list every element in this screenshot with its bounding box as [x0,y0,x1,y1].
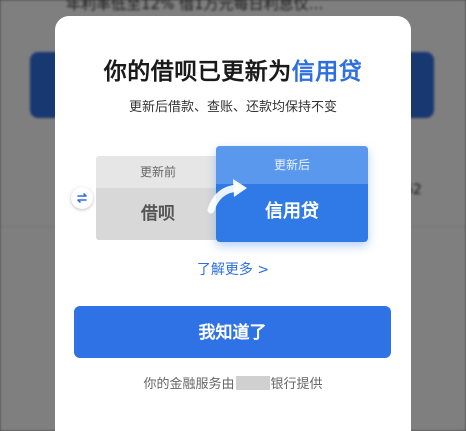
learn-more-label: 了解更多 [196,262,253,278]
redacted-bank-name [235,376,270,390]
dialog-subtitle: 更新后借款、查账、还款均保持不变 [128,100,337,115]
curved-arrow-icon [207,179,247,214]
before-card-label: 更新前 [96,156,220,188]
switch-icon[interactable] [71,187,93,209]
before-card-name: 借呗 [141,204,175,224]
footer-suffix: 银行提供 [270,377,323,392]
screen: 年利率低至12% 借1万元每日利息仅… 62 你的借呗已更新为信用贷 更新后借款… [0,0,466,431]
dialog-footer: 你的金融服务由 银行提供 [55,373,411,392]
title-prefix: 你的借呗已更新为 [103,59,292,85]
learn-more-link[interactable]: 了解更多 > [55,259,411,279]
chevron-right-icon: > [257,262,270,278]
footer-prefix: 你的金融服务由 [143,377,235,392]
update-notice-dialog: 你的借呗已更新为信用贷 更新后借款、查账、还款均保持不变 更新前 借呗 更新后 … [55,16,411,431]
title-accent: 信用贷 [291,59,363,85]
dialog-title: 你的借呗已更新为信用贷 [55,52,411,86]
confirm-button[interactable]: 我知道了 [74,306,391,358]
before-card: 更新前 借呗 [96,156,220,240]
